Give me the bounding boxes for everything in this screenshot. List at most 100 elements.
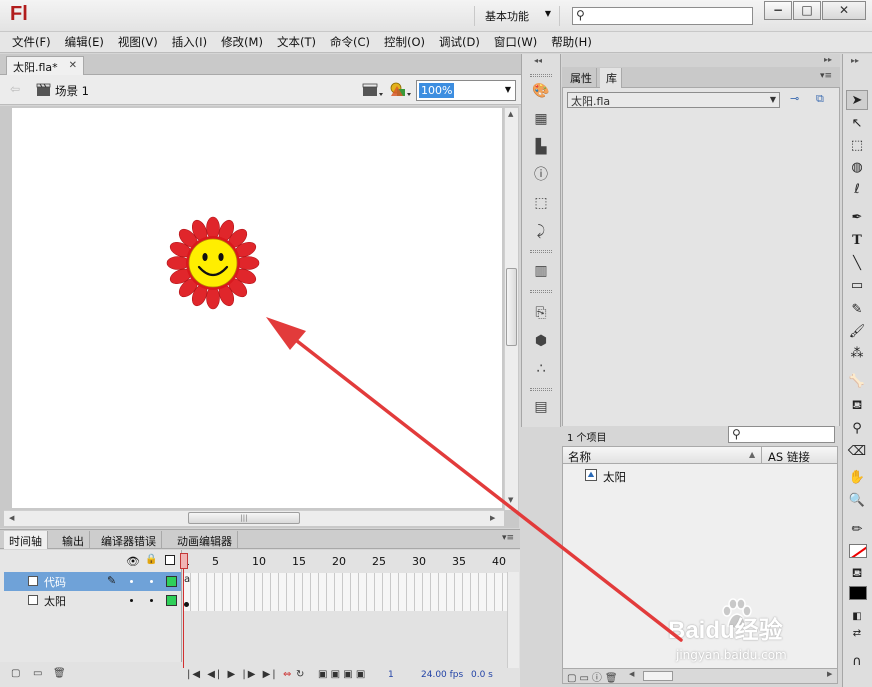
panel-menu-icon[interactable]: ▾≡ — [502, 533, 514, 543]
frame-row[interactable]: a — [183, 573, 519, 592]
line-tool-icon[interactable]: ╲ — [846, 254, 868, 274]
back-arrow-icon[interactable]: ⇦ — [10, 82, 20, 96]
playhead[interactable] — [180, 553, 188, 569]
paint-bucket-tool-icon[interactable]: ⛾ — [846, 396, 868, 416]
close-tab-icon[interactable]: ✕ — [69, 60, 77, 71]
current-frame[interactable]: 1 — [388, 670, 394, 680]
lasso-tool-icon[interactable]: ℓ — [846, 180, 868, 200]
pencil-tool-icon[interactable]: ✎ — [846, 300, 868, 320]
onion-tools-icons[interactable]: ▣ ▣ ▣ ▣ — [318, 669, 365, 680]
library-icon[interactable]: ▥ — [532, 262, 550, 280]
menu-window[interactable]: 窗口(W) — [494, 32, 537, 52]
horizontal-scroll-thumb[interactable]: ||| — [188, 512, 300, 524]
expand-panels-icon[interactable]: ◂◂ — [534, 56, 542, 65]
menu-file[interactable]: 文件(F) — [12, 32, 51, 52]
maximize-button[interactable]: □ — [793, 1, 821, 20]
menu-commands[interactable]: 命令(C) — [330, 32, 370, 52]
free-transform-tool-icon[interactable]: ⬚ — [846, 136, 868, 156]
tab-timeline[interactable]: 时间轴 — [4, 531, 48, 549]
hand-tool-icon[interactable]: ✋ — [846, 468, 868, 488]
swap-colors-icon[interactable]: ⇄ — [846, 624, 868, 644]
motion-presets-icon[interactable]: ∴ — [532, 360, 550, 378]
edit-scene-icon[interactable] — [362, 81, 384, 99]
outline-icon[interactable] — [165, 555, 175, 565]
panel-menu-icon[interactable]: ▾≡ — [820, 71, 832, 81]
sun-symbol-instance[interactable] — [166, 216, 260, 310]
pen-tool-icon[interactable]: ✒ — [846, 208, 868, 228]
lock-icon[interactable]: 🔒 — [145, 554, 157, 565]
color-panel-icon[interactable]: 🎨 — [532, 82, 550, 100]
minimize-button[interactable]: − — [764, 1, 792, 20]
tab-compiler-errors[interactable]: 编译器错误 — [96, 531, 162, 549]
tab-library[interactable]: 库 — [600, 68, 622, 88]
workspace-switcher[interactable]: 基本功能 ▼ — [474, 6, 560, 26]
selection-tool-icon[interactable]: ➤ — [846, 90, 868, 110]
edit-symbols-icon[interactable] — [389, 80, 413, 100]
zoom-tool-icon[interactable]: 🔍 — [846, 491, 868, 511]
scroll-right-icon[interactable]: ▶ — [490, 514, 495, 522]
menu-text[interactable]: 文本(T) — [277, 32, 316, 52]
transform-icon[interactable]: ⬚ — [532, 194, 550, 212]
zoom-select[interactable]: 100% ▼ — [416, 80, 516, 101]
subselection-tool-icon[interactable]: ↖ — [846, 114, 868, 134]
layer-color-swatch[interactable] — [166, 576, 177, 587]
layer-color-swatch[interactable] — [166, 595, 177, 606]
menu-debug[interactable]: 调试(D) — [439, 32, 480, 52]
library-document-select[interactable]: 太阳.fla ▼ — [567, 92, 780, 108]
menu-edit[interactable]: 编辑(E) — [65, 32, 104, 52]
library-actions-icons[interactable]: ▢▭ⓘ🗑 — [567, 669, 621, 684]
new-folder-icon[interactable]: ▭ — [33, 668, 42, 679]
column-linkage[interactable]: AS 链接 — [768, 449, 810, 465]
actions-icon[interactable]: ⎘ — [532, 304, 550, 322]
info-icon[interactable]: ⓘ — [532, 166, 550, 184]
scroll-left-icon[interactable]: ◀ — [629, 670, 634, 678]
fill-color-icon[interactable]: ⛾ — [846, 564, 868, 584]
close-button[interactable]: ✕ — [822, 1, 866, 20]
new-layer-icon[interactable]: ▢ — [11, 668, 20, 679]
scroll-left-icon[interactable]: ◀ — [9, 514, 14, 522]
stroke-swatch[interactable] — [849, 544, 867, 558]
frame-row[interactable] — [183, 592, 519, 611]
new-library-panel-icon[interactable]: ⧉ — [816, 92, 824, 106]
layer-row[interactable]: 太阳 — [4, 591, 181, 610]
scroll-up-icon[interactable]: ▲ — [508, 110, 513, 118]
eye-icon[interactable]: 👁 — [126, 555, 140, 568]
onion-skin-icon[interactable]: ⇔ — [283, 669, 291, 680]
timeline-vertical-scrollbar[interactable] — [507, 572, 519, 668]
swatches-icon[interactable]: ▦ — [532, 110, 550, 128]
tab-output[interactable]: 输出 — [57, 531, 90, 549]
component-inspector-icon[interactable]: ▤ — [532, 398, 550, 416]
align-icon[interactable]: ▙ — [532, 138, 550, 156]
rectangle-tool-icon[interactable]: ▭ — [846, 276, 868, 296]
document-tab[interactable]: 太阳.fla* ✕ — [6, 56, 84, 75]
menu-control[interactable]: 控制(O) — [384, 32, 425, 52]
brush-tool-icon[interactable]: 🖌 — [846, 322, 868, 342]
layer-row[interactable]: 代码 ✎ — [4, 572, 181, 591]
loop-icon[interactable]: ↻ — [296, 669, 304, 680]
column-name[interactable]: 名称 — [568, 449, 591, 465]
bone-tool-icon[interactable]: 🦴 — [846, 372, 868, 392]
stroke-color-icon[interactable]: ✏ — [846, 520, 868, 540]
delete-layer-icon[interactable]: 🗑 — [53, 668, 66, 679]
library-scroll-thumb[interactable] — [643, 671, 673, 681]
help-search-input[interactable]: ⚲ — [572, 7, 753, 25]
text-tool-icon[interactable]: T — [846, 231, 868, 251]
sort-ascending-icon[interactable]: ▲ — [749, 450, 755, 459]
pin-library-icon[interactable]: ⊸ — [790, 92, 799, 105]
menu-insert[interactable]: 插入(I) — [172, 32, 207, 52]
frame-grid[interactable]: 1 5 10 15 20 25 30 35 40 a — [183, 551, 519, 613]
list-item[interactable]: ⛰ 太阳 — [585, 468, 785, 484]
scroll-right-icon[interactable]: ▶ — [827, 670, 832, 678]
menu-help[interactable]: 帮助(H) — [551, 32, 592, 52]
eyedropper-tool-icon[interactable]: ⚲ — [846, 419, 868, 439]
snap-to-objects-icon[interactable]: ∩ — [846, 652, 868, 672]
components-icon[interactable]: ⬢ — [532, 332, 550, 350]
menu-modify[interactable]: 修改(M) — [221, 32, 263, 52]
playback-controls[interactable]: |◀ ◀| ▶ |▶ ▶| — [187, 669, 278, 680]
3d-rotation-tool-icon[interactable]: ◍ — [846, 158, 868, 178]
menu-view[interactable]: 视图(V) — [118, 32, 158, 52]
fill-swatch[interactable] — [849, 586, 867, 600]
vertical-scroll-thumb[interactable] — [506, 268, 517, 346]
frame-rate[interactable]: 24.00 fps — [421, 670, 463, 680]
library-search-input[interactable]: ⚲ — [728, 426, 835, 443]
